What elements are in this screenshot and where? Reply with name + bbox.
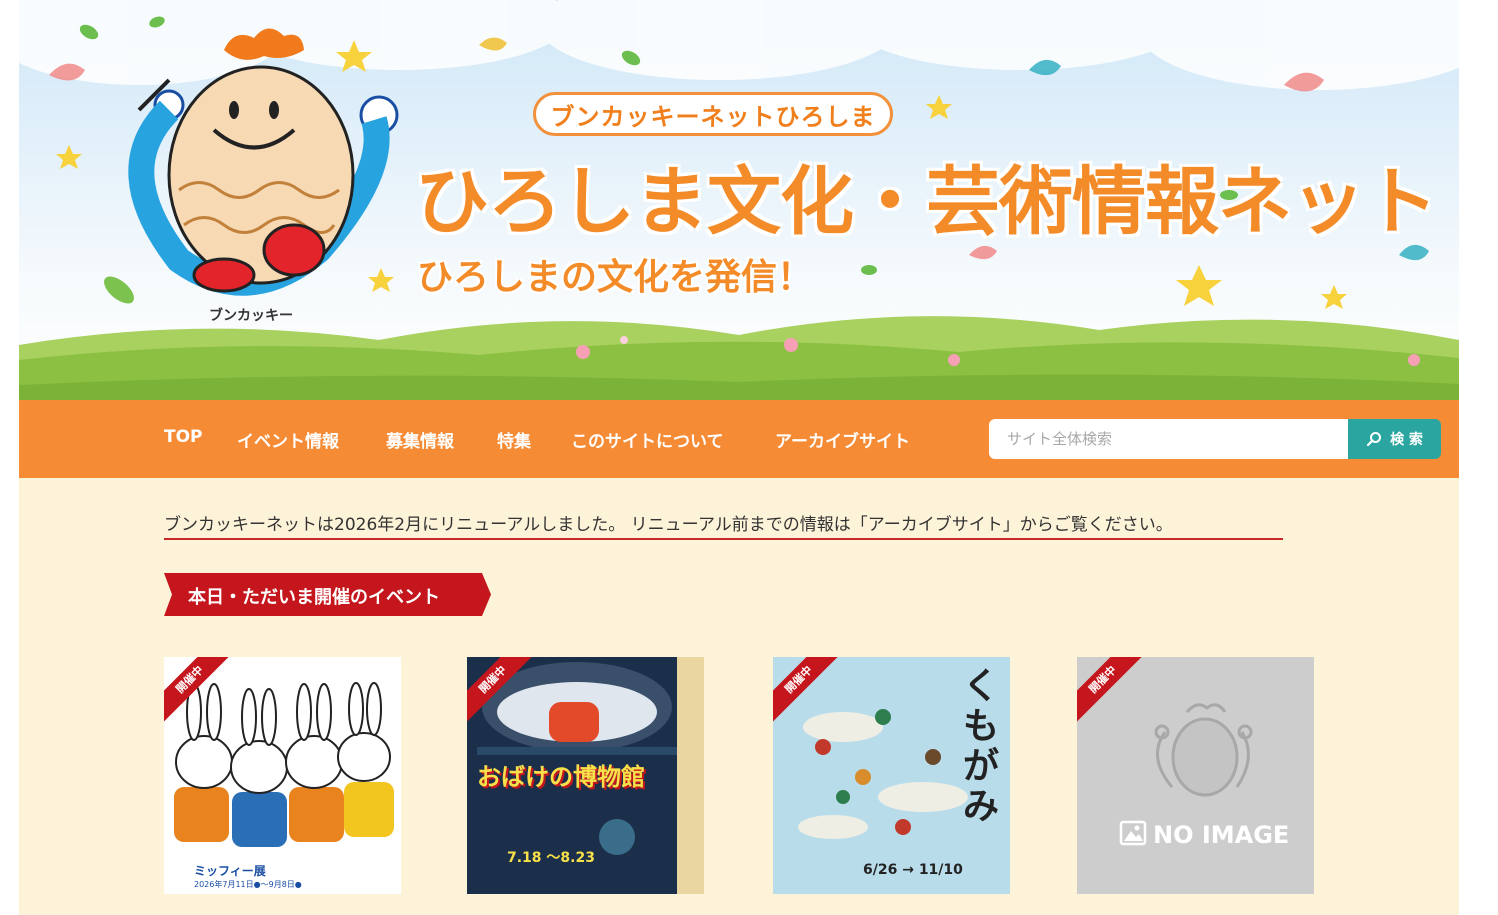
mascot-name: ブンカッキー	[209, 308, 293, 324]
no-image-placeholder	[1119, 703, 1253, 846]
event-card-miffy[interactable]: ミッフィー展 2026年7月11日●～9月8日● 開催中	[164, 657, 401, 894]
event-card-obake[interactable]: おばけの博物館 7.18 ～8.23 開催中	[467, 657, 704, 894]
site-tagline: ひろしまの文化を発信！	[417, 257, 814, 298]
page: ブンカッキーネットひろしま ひろしま文化・芸術情報ネット ひろしまの文化を発信！…	[19, 0, 1459, 915]
search-icon	[1366, 432, 1382, 447]
header-banner: ブンカッキーネットひろしま ひろしま文化・芸術情報ネット ひろしまの文化を発信！…	[19, 0, 1459, 400]
section-heading: 本日・ただいま開催のイベント	[164, 573, 491, 616]
poster-date: 7.18 ～8.23	[507, 850, 595, 866]
search-button[interactable]: 検 索	[1348, 419, 1441, 459]
nav-archive[interactable]: アーカイブサイト	[775, 427, 910, 452]
nav-events[interactable]: イベント情報	[237, 427, 339, 452]
no-image-label: NO IMAGE	[1153, 821, 1290, 849]
main-nav: TOP イベント情報 募集情報 特集 このサイトについて アーカイブサイト 検 …	[19, 400, 1459, 478]
notice-underline	[164, 538, 1283, 540]
search-button-label: 検 索	[1390, 432, 1423, 448]
search-input[interactable]	[989, 419, 1349, 459]
site-title[interactable]: ひろしま文化・芸術情報ネット	[415, 142, 1438, 249]
poster-date: 2026年7月11日●～9月8日●	[194, 880, 302, 889]
nav-about[interactable]: このサイトについて	[571, 427, 724, 452]
site-subtitle: ブンカッキーネットひろしま	[533, 92, 893, 136]
poster-title: おばけの博物館	[477, 763, 645, 791]
nav-top[interactable]: TOP	[164, 427, 203, 447]
nav-features[interactable]: 特集	[497, 427, 531, 452]
event-card-kumogami[interactable]: くもがみ 6/26 → 11/10 開催中	[773, 657, 1010, 894]
renewal-notice: ブンカッキーネットは2026年2月にリニューアルしました。 リニューアル前までの…	[164, 515, 1173, 535]
poster-title: ミッフィー展	[194, 864, 266, 878]
nav-recruitment[interactable]: 募集情報	[386, 427, 454, 452]
event-poster-image	[164, 657, 401, 894]
poster-date: 6/26 → 11/10	[863, 862, 963, 878]
poster-title: くもがみ	[963, 666, 1000, 827]
image-icon	[1119, 820, 1147, 846]
section-heading-label: 本日・ただいま開催のイベント	[188, 587, 440, 608]
event-card-noimage[interactable]: NO IMAGE 開催中	[1077, 657, 1314, 894]
